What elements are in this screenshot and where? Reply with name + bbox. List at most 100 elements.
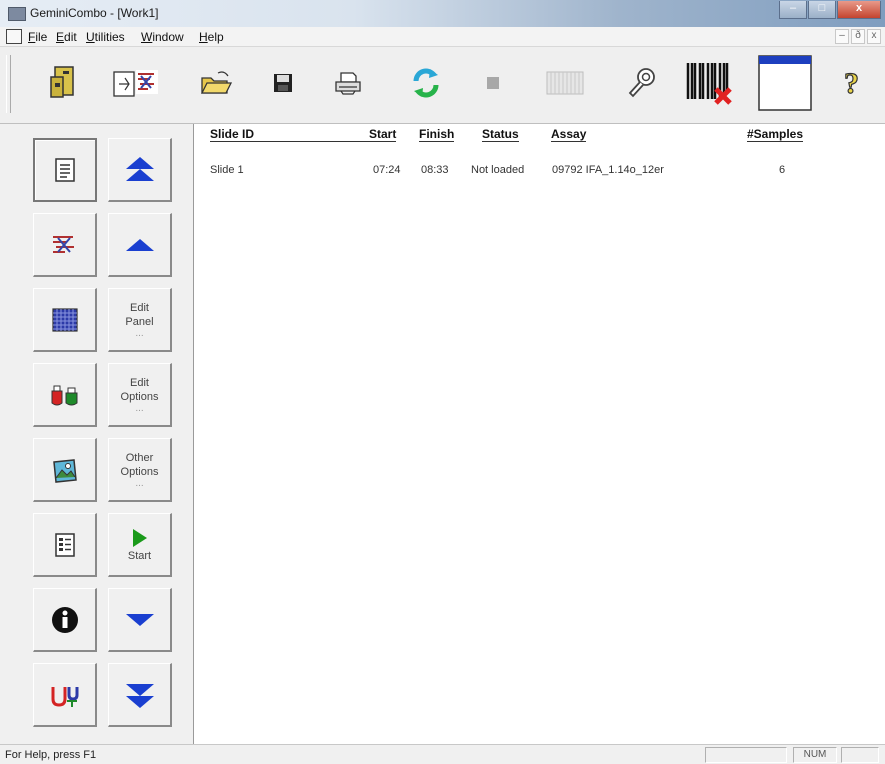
start-label: Start <box>127 549 152 562</box>
reagents-button[interactable] <box>33 363 97 427</box>
play-icon <box>132 528 147 547</box>
document-menu-icon[interactable] <box>6 29 22 44</box>
save-disk-icon <box>274 74 292 92</box>
save-button[interactable] <box>253 53 313 113</box>
move-to-bottom-button[interactable] <box>108 663 172 727</box>
cell-assay: 09792 IFA_1.14o_12er <box>552 164 664 176</box>
status-pane-scroll <box>841 747 879 763</box>
edit-panel-label-2: Panel <box>125 315 154 328</box>
other-options-button[interactable]: Other Options ... <box>108 438 172 502</box>
picture-icon <box>52 458 77 483</box>
cell-finish: 08:33 <box>421 164 449 176</box>
mdi-close-button[interactable]: x <box>867 29 881 44</box>
arrow-down-icon <box>125 613 154 626</box>
instrument-button[interactable] <box>35 53 95 113</box>
double-arrow-up-icon <box>125 156 154 181</box>
protocol-button[interactable] <box>33 213 97 277</box>
cell-status: Not loaded <box>471 164 525 176</box>
window-button[interactable] <box>755 53 815 113</box>
menu-edit[interactable]: Edit <box>56 30 77 44</box>
window-icon <box>758 55 812 111</box>
help-button[interactable]: ? <box>822 53 882 113</box>
barcode-cancel-icon <box>686 63 732 105</box>
other-options-label-1: Other <box>125 451 154 464</box>
minimize-button[interactable]: – <box>779 1 807 19</box>
cell-samples: 6 <box>779 164 786 176</box>
settings-button[interactable] <box>611 53 671 113</box>
status-pane-empty <box>705 747 787 763</box>
menu-file[interactable]: File <box>28 30 47 44</box>
start-button[interactable]: Start <box>108 513 172 577</box>
edit-panel-label-1: Edit <box>130 301 149 314</box>
edit-panel-button[interactable]: Edit Panel ... <box>108 288 172 352</box>
menu-window[interactable]: Window <box>141 30 184 44</box>
menu-utilities[interactable]: Utilities <box>86 30 125 44</box>
wash-tubes-icon <box>51 686 78 707</box>
move-to-top-button[interactable] <box>108 138 172 202</box>
barcode-cancel-button[interactable] <box>680 53 740 113</box>
double-arrow-down-icon <box>125 683 154 708</box>
plate-layout-button[interactable] <box>33 288 97 352</box>
column-header-slide-id[interactable]: Slide ID <box>210 127 370 142</box>
move-up-button[interactable] <box>108 213 172 277</box>
wash-button[interactable] <box>33 663 97 727</box>
help-icon: ? <box>843 66 859 100</box>
refresh-icon <box>413 68 439 98</box>
window-controls: – □ x <box>779 1 881 19</box>
status-bar: For Help, press F1 NUM <box>0 744 885 764</box>
worklist-view-button[interactable] <box>33 138 97 202</box>
plate-icon <box>546 71 584 95</box>
column-header-start[interactable]: Start <box>369 127 397 142</box>
report-icon <box>54 532 75 557</box>
refresh-button[interactable] <box>396 53 456 113</box>
report-button[interactable] <box>33 513 97 577</box>
open-folder-icon <box>200 71 233 94</box>
new-worklist-button[interactable] <box>106 53 166 113</box>
column-header-samples[interactable]: #Samples <box>747 127 804 142</box>
column-header-assay[interactable]: Assay <box>551 127 587 142</box>
app-icon <box>8 7 26 21</box>
edit-options-label-1: Edit <box>130 376 149 389</box>
column-header-status[interactable]: Status <box>482 127 519 142</box>
print-icon <box>335 72 361 95</box>
status-num-indicator: NUM <box>793 747 837 763</box>
mdi-minimize-button[interactable]: – <box>835 29 849 44</box>
stop-button[interactable] <box>463 53 523 113</box>
open-button[interactable] <box>186 53 246 113</box>
toolbar-grip[interactable] <box>6 55 11 113</box>
column-header-finish[interactable]: Finish <box>419 127 455 142</box>
other-options-ellipsis: ... <box>135 477 144 489</box>
arrow-up-icon <box>125 238 154 251</box>
new-worklist-icon <box>113 70 158 97</box>
reagent-bottles-icon <box>51 385 77 405</box>
edit-panel-ellipsis: ... <box>135 327 144 339</box>
close-button[interactable]: x <box>837 1 881 19</box>
title-bar: GeminiCombo - [Work1] – □ x <box>0 0 885 27</box>
cell-slide-id: Slide 1 <box>210 164 244 176</box>
menu-help[interactable]: Help <box>199 30 224 44</box>
other-options-label-2: Options <box>120 465 159 478</box>
print-button[interactable] <box>318 53 378 113</box>
image-button[interactable] <box>33 438 97 502</box>
mdi-restore-button[interactable]: ð <box>851 29 865 44</box>
mdi-controls: – ð x <box>835 29 881 44</box>
svg-text:?: ? <box>844 67 859 100</box>
toolbar: ? <box>0 47 885 124</box>
maximize-button[interactable]: □ <box>808 1 836 19</box>
stop-icon <box>487 77 499 89</box>
status-message: For Help, press F1 <box>5 749 97 761</box>
worklist-table: Slide ID Start Finish Status Assay #Samp… <box>195 124 885 744</box>
edit-options-button[interactable]: Edit Options ... <box>108 363 172 427</box>
cell-start: 07:24 <box>373 164 401 176</box>
instrument-icon <box>50 66 74 98</box>
plate-grid-icon <box>51 307 78 332</box>
info-icon <box>51 606 78 633</box>
window-title: GeminiCombo - [Work1] <box>30 6 159 20</box>
plate-button[interactable] <box>535 53 595 113</box>
protocol-icon <box>52 235 74 253</box>
edit-options-ellipsis: ... <box>135 402 144 414</box>
move-down-button[interactable] <box>108 588 172 652</box>
menu-bar: File Edit Utilities Window Help – ð x <box>0 27 885 47</box>
edit-options-label-2: Options <box>120 390 159 403</box>
info-button[interactable] <box>33 588 97 652</box>
